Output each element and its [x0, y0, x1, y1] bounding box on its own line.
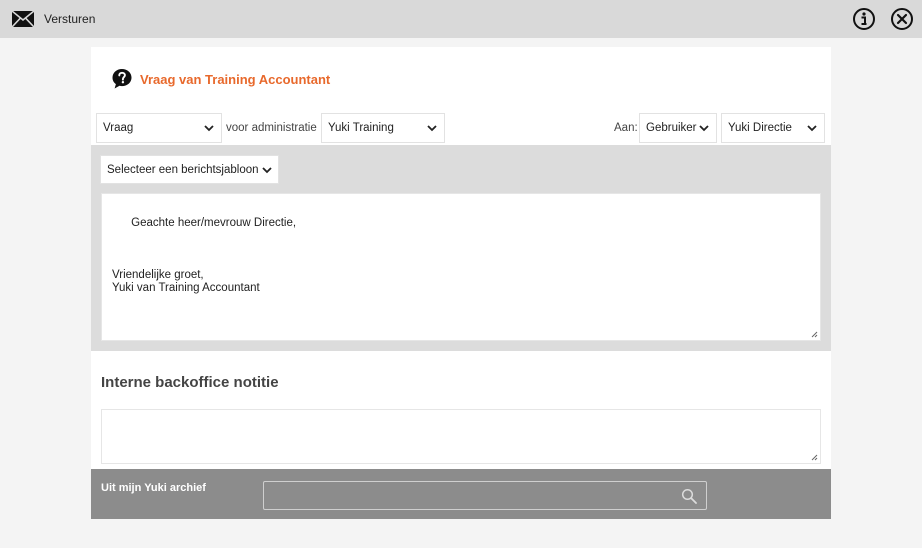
resize-grip-icon[interactable]	[810, 330, 818, 338]
administration-select[interactable]: Yuki Training	[321, 113, 445, 143]
chevron-down-icon	[427, 125, 437, 132]
chevron-down-icon	[262, 167, 272, 174]
top-bar: Versturen	[0, 0, 922, 38]
message-type-value: Vraag	[103, 122, 134, 134]
message-dialog: Vraag van Training Accountant Vraag voor…	[91, 47, 831, 519]
message-template-select[interactable]: Selecteer een berichtsjabloon	[100, 155, 279, 184]
message-type-select[interactable]: Vraag	[96, 113, 222, 143]
info-icon[interactable]	[852, 7, 876, 31]
resize-grip-icon[interactable]	[810, 453, 818, 461]
message-template-value: Selecteer een berichtsjabloon	[107, 163, 259, 176]
dialog-header: Vraag van Training Accountant	[111, 68, 330, 90]
recipient-value: Yuki Directie	[728, 122, 792, 134]
to-label: Aan:	[614, 122, 638, 134]
message-body-textarea[interactable]: Geachte heer/mevrouw Directie, Vriendeli…	[101, 193, 821, 341]
archive-label: Uit mijn Yuki archief	[101, 482, 206, 494]
dialog-title: Vraag van Training Accountant	[140, 71, 331, 87]
mail-icon	[12, 11, 34, 27]
send-button[interactable]: Versturen	[12, 11, 95, 27]
message-body-text: Geachte heer/mevrouw Directie, Vriendeli…	[112, 217, 297, 294]
administration-value: Yuki Training	[328, 122, 394, 134]
archive-bar: Uit mijn Yuki archief	[91, 469, 831, 519]
recipient-select[interactable]: Yuki Directie	[721, 113, 825, 143]
chevron-down-icon	[204, 125, 214, 132]
close-icon[interactable]	[890, 7, 914, 31]
recipient-type-value: Gebruiker	[646, 122, 697, 134]
internal-note-heading: Interne backoffice notitie	[101, 374, 279, 391]
chevron-down-icon	[699, 125, 709, 132]
internal-note-textarea[interactable]	[101, 409, 821, 464]
send-label: Versturen	[44, 12, 96, 26]
chevron-down-icon	[807, 125, 817, 132]
admin-label: voor administratie	[226, 122, 317, 134]
search-icon[interactable]	[681, 488, 697, 504]
message-panel: Selecteer een berichtsjabloon Geachte he…	[91, 145, 831, 351]
archive-search-input[interactable]	[263, 481, 707, 510]
recipient-type-select[interactable]: Gebruiker	[639, 113, 717, 143]
question-bubble-icon	[112, 69, 132, 89]
